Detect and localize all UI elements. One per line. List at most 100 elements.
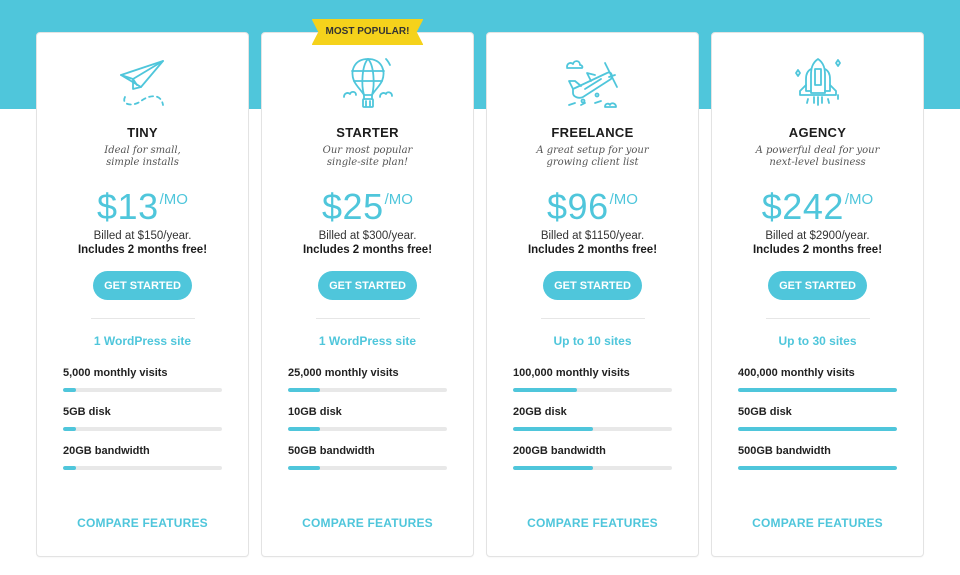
feature-item: 50GB disk (738, 405, 897, 431)
pricing-cards: TINY Ideal for small, simple installs $1… (36, 19, 924, 557)
feature-item: 200GB bandwidth (513, 444, 672, 470)
feature-item: 5,000 monthly visits (63, 366, 222, 392)
feature-bar (288, 388, 447, 392)
hot-air-balloon-icon (342, 58, 393, 108)
feature-list: 5,000 monthly visits 5GB disk 20GB bandw… (63, 366, 222, 470)
price-period: /MO (159, 191, 188, 208)
plan-description-line: single-site plan! (326, 157, 409, 168)
feature-item: 20GB disk (513, 405, 672, 431)
price-amount: $96 (547, 186, 609, 227)
billing-info: Billed at $2900/year. (765, 230, 870, 242)
divider (315, 318, 420, 319)
plan-description-line: growing client list (546, 157, 639, 168)
plan-description: A great setup for your growing client li… (513, 145, 673, 169)
divider (765, 318, 870, 319)
space-shuttle-icon (794, 58, 841, 106)
plan-description-line: A powerful deal for your (755, 145, 880, 156)
feature-label: 5GB disk (63, 406, 111, 418)
plan-name: STARTER (336, 125, 399, 140)
feature-bar (63, 466, 222, 470)
feature-label: 400,000 monthly visits (738, 367, 855, 379)
plan-description: Ideal for small, simple installs (63, 145, 223, 169)
feature-list: 25,000 monthly visits 10GB disk 50GB ban… (288, 366, 447, 470)
sites-count: 1 WordPress site (318, 334, 417, 348)
feature-bar-fill (63, 466, 76, 470)
feature-label: 50GB bandwidth (288, 445, 375, 457)
feature-bar (513, 427, 672, 431)
feature-item: 10GB disk (288, 405, 447, 431)
feature-bar (288, 427, 447, 431)
feature-label: 5,000 monthly visits (63, 367, 168, 379)
compare-features-link[interactable]: COMPARE FEATURES (487, 516, 698, 530)
get-started-button[interactable]: GET STARTED (768, 271, 867, 300)
plan-card-tiny: TINY Ideal for small, simple installs $1… (36, 32, 249, 557)
price-amount: $25 (322, 186, 384, 227)
free-months-note: Includes 2 months free! (77, 244, 208, 256)
feature-bar (63, 427, 222, 431)
free-months-note: Includes 2 months free! (527, 244, 658, 256)
paper-plane-icon (119, 60, 164, 106)
free-months-note: Includes 2 months free! (752, 244, 883, 256)
feature-label: 10GB disk (288, 406, 342, 418)
plan-name: FREELANCE (551, 125, 634, 140)
price-period: /MO (844, 191, 874, 208)
compare-features-link[interactable]: COMPARE FEATURES (712, 516, 923, 530)
price-period: /MO (384, 191, 413, 208)
feature-bar-fill (63, 388, 76, 392)
divider (540, 318, 645, 319)
feature-bar-fill (63, 427, 76, 431)
feature-item: 25,000 monthly visits (288, 366, 447, 392)
plan-card-starter: MOST POPULAR! STARTER Our most popular s… (261, 19, 474, 557)
feature-item: 20GB bandwidth (63, 444, 222, 470)
compare-features-link[interactable]: COMPARE FEATURES (37, 516, 248, 530)
feature-bar-fill (513, 388, 577, 392)
plan-description: A powerful deal for your next-level busi… (738, 145, 898, 169)
free-months-note: Includes 2 months free! (302, 244, 433, 256)
feature-list: 100,000 monthly visits 20GB disk 200GB b… (513, 366, 672, 470)
price-amount: $13 (97, 186, 159, 227)
feature-bar (288, 466, 447, 470)
feature-list: 400,000 monthly visits 50GB disk 500GB b… (738, 366, 897, 470)
plan-name: TINY (127, 125, 158, 140)
plan-card-agency: AGENCY A powerful deal for your next-lev… (711, 32, 924, 557)
feature-bar-fill (738, 466, 897, 470)
feature-bar-fill (513, 466, 593, 470)
feature-item: 50GB bandwidth (288, 444, 447, 470)
propeller-plane-icon (565, 60, 618, 108)
feature-label: 100,000 monthly visits (513, 367, 630, 379)
plan-price: $13 /MO (37, 189, 248, 225)
feature-bar (513, 388, 672, 392)
get-started-button[interactable]: GET STARTED (543, 271, 642, 300)
plan-description-line: next-level business (769, 157, 866, 168)
compare-features-link[interactable]: COMPARE FEATURES (262, 516, 473, 530)
plan-price: $96 /MO (487, 189, 698, 225)
feature-bar (738, 466, 897, 470)
feature-item: 100,000 monthly visits (513, 366, 672, 392)
divider (90, 318, 195, 319)
plan-price: $25 /MO (262, 189, 473, 225)
get-started-button[interactable]: GET STARTED (93, 271, 192, 300)
plan-description-line: Ideal for small, (104, 145, 181, 156)
feature-label: 50GB disk (738, 406, 792, 418)
feature-bar (738, 388, 897, 392)
feature-label: 25,000 monthly visits (288, 367, 399, 379)
feature-bar-fill (738, 427, 897, 431)
feature-bar-fill (288, 427, 320, 431)
plan-description-line: simple installs (106, 157, 179, 168)
feature-label: 20GB bandwidth (63, 445, 150, 457)
billing-info: Billed at $300/year. (318, 230, 417, 242)
feature-bar-fill (288, 388, 320, 392)
feature-bar-fill (738, 388, 897, 392)
sites-count: Up to 10 sites (553, 334, 632, 348)
feature-label: 200GB bandwidth (513, 445, 606, 457)
feature-bar-fill (513, 427, 593, 431)
billing-info: Billed at $1150/year. (540, 230, 645, 242)
feature-bar-fill (288, 466, 320, 470)
most-popular-badge: MOST POPULAR! (311, 19, 424, 45)
feature-item: 5GB disk (63, 405, 222, 431)
feature-item: 400,000 monthly visits (738, 366, 897, 392)
get-started-button[interactable]: GET STARTED (318, 271, 417, 300)
plan-description: Our most popular single-site plan! (288, 145, 448, 169)
feature-item: 500GB bandwidth (738, 444, 897, 470)
feature-bar (63, 388, 222, 392)
